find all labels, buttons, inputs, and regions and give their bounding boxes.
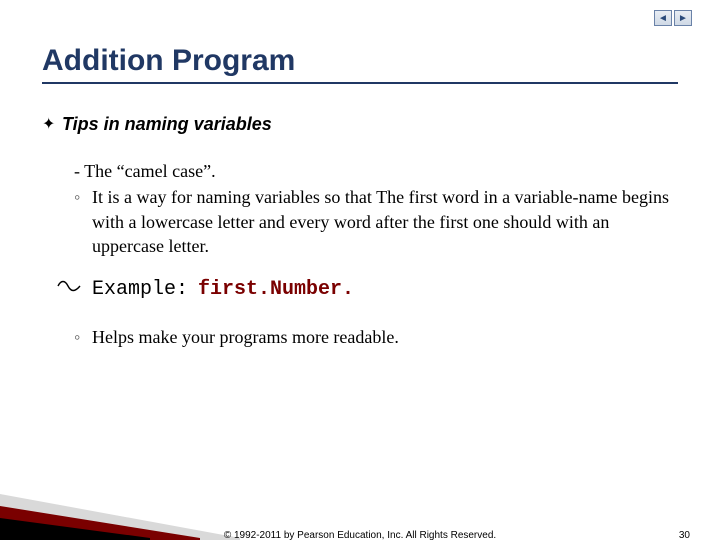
corner-accent <box>0 494 240 540</box>
sub-item-2-text: Helps make your programs more readable. <box>92 327 678 348</box>
open-circle-bullet-icon: ◦ <box>74 185 92 258</box>
copyright-text: © 1992-2011 by Pearson Education, Inc. A… <box>224 530 496 541</box>
subhead-bullet-icon: ✦ <box>42 114 62 134</box>
sub-item-1: ◦ It is a way for naming variables so th… <box>74 185 678 258</box>
flourish-icon <box>56 278 82 294</box>
open-circle-bullet-icon: ◦ <box>74 327 92 348</box>
sub-item-2: ◦ Helps make your programs more readable… <box>74 327 678 348</box>
item-head: - The “camel case”. <box>74 159 678 183</box>
next-slide-button[interactable]: ► <box>674 10 692 26</box>
slide-body: Addition Program ✦ Tips in naming variab… <box>0 0 720 348</box>
slide-title: Addition Program <box>42 44 678 84</box>
subhead-row: ✦ Tips in naming variables <box>42 114 678 135</box>
body-block: - The “camel case”. ◦ It is a way for na… <box>74 159 678 258</box>
example-value: first.Number. <box>198 278 354 301</box>
page-number: 30 <box>679 530 690 541</box>
example-label: Example: <box>92 278 188 301</box>
example-row: Example: first.Number. <box>56 278 678 301</box>
prev-slide-button[interactable]: ◄ <box>654 10 672 26</box>
sub-item-1-text: It is a way for naming variables so that… <box>92 185 678 258</box>
subhead-text: Tips in naming variables <box>62 114 272 135</box>
